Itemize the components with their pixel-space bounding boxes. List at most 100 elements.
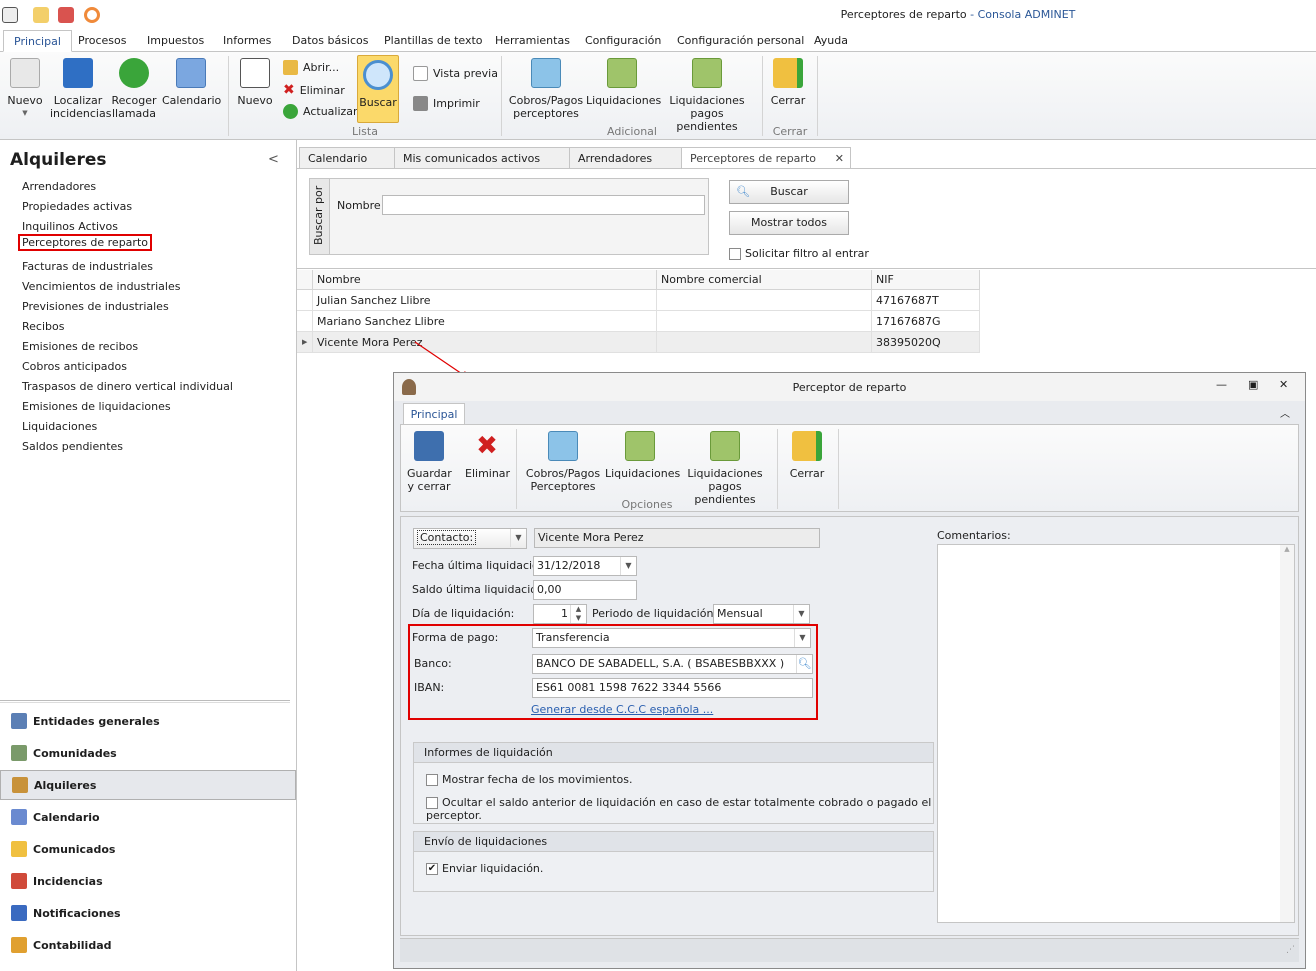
iban-input[interactable]: ES61 0081 1598 7622 3344 5566: [532, 678, 813, 698]
sidebar-item[interactable]: Perceptores de reparto: [18, 234, 152, 251]
cobros-pagos-button[interactable]: Cobros/Pagos perceptores: [508, 58, 584, 120]
ribbon-tab-informes[interactable]: Informes: [213, 30, 281, 52]
close-tab-icon[interactable]: ✕: [835, 148, 844, 169]
sidebar-item[interactable]: Emisiones de recibos: [22, 340, 138, 353]
table-cell[interactable]: 47167687T: [872, 290, 980, 311]
row-indicator[interactable]: [297, 311, 313, 332]
mail-icon[interactable]: [33, 7, 49, 23]
cerrar-dialog-button[interactable]: Cerrar: [785, 431, 829, 480]
table-cell[interactable]: [657, 290, 872, 311]
nav-item[interactable]: Incidencias: [0, 866, 296, 896]
solicitar-filtro-checkbox[interactable]: Solicitar filtro al entrar: [729, 247, 869, 260]
doc-tab-calendario[interactable]: Calendario: [299, 147, 395, 169]
generar-ccc-link[interactable]: Generar desde C.C.C española ...: [531, 703, 713, 716]
checkbox-box[interactable]: [426, 797, 438, 809]
sidebar-item[interactable]: Traspasos de dinero vertical individual: [22, 380, 233, 393]
table-cell[interactable]: [657, 311, 872, 332]
chevron-down-icon[interactable]: ▼: [620, 557, 636, 575]
doc-tab-comunicados[interactable]: Mis comunicados activos: [394, 147, 570, 169]
sidebar-item[interactable]: Emisiones de liquidaciones: [22, 400, 171, 413]
saldo-input[interactable]: 0,00: [533, 580, 637, 600]
ocultar-saldo-checkbox[interactable]: Ocultar el saldo anterior de liquidación…: [426, 796, 933, 822]
ribbon-tab-principal[interactable]: Principal: [3, 30, 72, 52]
mostrar-fecha-checkbox[interactable]: Mostrar fecha de los movimientos.: [426, 773, 633, 786]
ribbon-tab-ayuda[interactable]: Ayuda: [804, 30, 858, 52]
sidebar-item[interactable]: Saldos pendientes: [22, 440, 123, 453]
table-cell[interactable]: Mariano Sanchez Llibre: [313, 311, 657, 332]
ribbon-tab-herramientas[interactable]: Herramientas: [485, 30, 580, 52]
nav-item[interactable]: Contabilidad: [0, 930, 296, 960]
vista-previa-button[interactable]: Vista previa: [413, 66, 498, 81]
recoger-llamada-button[interactable]: Recoger llamada: [110, 58, 158, 120]
doc-tab-arrendadores[interactable]: Arrendadores: [569, 147, 682, 169]
liquidaciones-dialog-button[interactable]: Liquidaciones: [605, 431, 680, 480]
nav-item[interactable]: Comunicados: [0, 834, 296, 864]
buscar-button[interactable]: Buscar: [357, 55, 399, 123]
row-indicator[interactable]: ▶: [297, 332, 313, 353]
sidebar-item[interactable]: Previsiones de industriales: [22, 300, 169, 313]
liquidaciones-button[interactable]: Liquidaciones: [586, 58, 661, 107]
checkmark-icon[interactable]: ✔: [426, 863, 438, 875]
maximize-icon[interactable]: ▣: [1248, 378, 1258, 391]
guardar-cerrar-button[interactable]: Guardar y cerrar: [407, 431, 452, 493]
ribbon-tab-impuestos[interactable]: Impuestos: [137, 30, 214, 52]
scrollbar[interactable]: ▲: [1280, 545, 1294, 922]
collapse-ribbon-icon[interactable]: ︿: [1280, 405, 1290, 420]
forma-pago-dropdown[interactable]: Transferencia ▼: [532, 628, 811, 648]
column-header-nombre-comercial[interactable]: Nombre comercial: [657, 270, 872, 290]
nav-item[interactable]: Alquileres: [0, 770, 296, 800]
table-cell[interactable]: [657, 332, 872, 353]
buscar-search-button[interactable]: 🔍︎ Buscar: [729, 180, 849, 204]
actualizar-button[interactable]: Actualizar: [283, 104, 358, 119]
sidebar-item[interactable]: Liquidaciones: [22, 420, 97, 433]
ribbon-tab-datos-basicos[interactable]: Datos básicos: [282, 30, 379, 52]
ribbon-tab-configuracion-personal[interactable]: Configuración personal: [667, 30, 814, 52]
abrir-button[interactable]: Abrir...: [283, 60, 339, 75]
checkbox-box[interactable]: [426, 774, 438, 786]
dialog-tab-principal[interactable]: Principal: [403, 403, 465, 425]
splitter[interactable]: [0, 700, 290, 701]
resize-grip-icon[interactable]: ⋰: [1286, 945, 1295, 955]
localizar-incidencias-button[interactable]: Localizar incidencias: [50, 58, 111, 120]
liquidaciones-pendientes-button[interactable]: Liquidaciones pagos pendientes: [660, 58, 754, 133]
nav-item[interactable]: Notificaciones: [0, 898, 296, 928]
sidebar-item[interactable]: Vencimientos de industriales: [22, 280, 180, 293]
table-cell[interactable]: Julian Sanchez Llibre: [313, 290, 657, 311]
nuevo-button[interactable]: Nuevo ▼: [4, 58, 46, 120]
sidebar-item[interactable]: Cobros anticipados: [22, 360, 127, 373]
nav-item[interactable]: Comunidades: [0, 738, 296, 768]
collapse-sidebar-button[interactable]: <: [268, 152, 279, 167]
minimize-icon[interactable]: —: [1216, 378, 1227, 391]
nombre-search-input[interactable]: [382, 195, 705, 215]
dia-stepper[interactable]: 1 ▲ ▼: [533, 604, 587, 624]
sidebar-item[interactable]: Arrendadores: [22, 180, 96, 193]
banco-input[interactable]: BANCO DE SABADELL, S.A. ( BSABESBBXXX ) 🔍…: [532, 654, 813, 674]
row-indicator[interactable]: [297, 290, 313, 311]
calendario-button[interactable]: Calendario: [162, 58, 221, 107]
nav-item[interactable]: Calendario: [0, 802, 296, 832]
spin-icon[interactable]: ▲ ▼: [570, 605, 586, 623]
nuevo-lista-button[interactable]: Nuevo: [236, 58, 274, 107]
app-menu-icon[interactable]: [2, 7, 18, 23]
sidebar-item[interactable]: Propiedades activas: [22, 200, 132, 213]
notification-icon[interactable]: [84, 7, 100, 23]
sidebar-item[interactable]: Facturas de industriales: [22, 260, 153, 273]
imprimir-button[interactable]: Imprimir: [413, 96, 480, 111]
enviar-liquidacion-checkbox[interactable]: ✔ Enviar liquidación.: [426, 862, 543, 875]
doc-tab-perceptores[interactable]: Perceptores de reparto ✕: [681, 147, 851, 169]
cobros-pagos-perceptores-button[interactable]: Cobros/Pagos Perceptores: [525, 431, 601, 493]
ribbon-tab-procesos[interactable]: Procesos: [68, 30, 136, 52]
nav-item[interactable]: Entidades generales: [0, 706, 296, 736]
ribbon-tab-plantillas[interactable]: Plantillas de texto: [374, 30, 493, 52]
column-header-nombre[interactable]: Nombre: [313, 270, 657, 290]
ribbon-tab-configuracion[interactable]: Configuración: [575, 30, 671, 52]
checkbox-box[interactable]: [729, 248, 741, 260]
magnifier-icon[interactable]: 🔍︎: [796, 655, 812, 673]
close-icon[interactable]: ✕: [1279, 378, 1288, 391]
contacto-input[interactable]: Vicente Mora Perez: [534, 528, 820, 548]
mostrar-todos-button[interactable]: Mostrar todos: [729, 211, 849, 235]
table-cell[interactable]: 38395020Q: [872, 332, 980, 353]
contacto-type-dropdown[interactable]: Contacto: ▼: [413, 528, 527, 549]
eliminar-dialog-button[interactable]: ✖ Eliminar: [465, 431, 510, 480]
sidebar-item[interactable]: Inquilinos Activos: [22, 220, 118, 233]
